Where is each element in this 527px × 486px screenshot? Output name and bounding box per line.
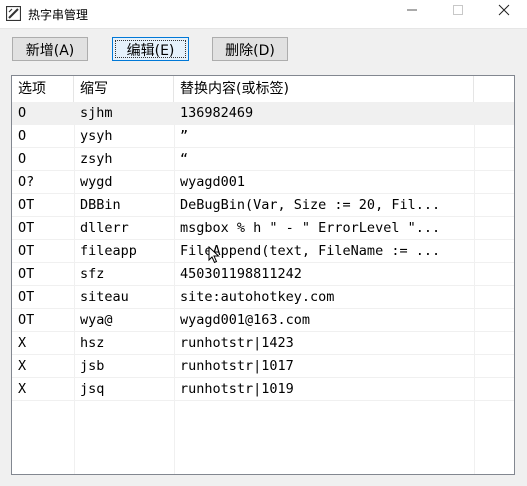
table-row[interactable]: Xjsb runhotstr|1017 bbox=[12, 355, 514, 378]
table-row[interactable]: OT wya@ wyagd001@163.com bbox=[12, 309, 514, 332]
table-row[interactable]: OT sfz 450301198811242 bbox=[12, 263, 514, 286]
row-content: ” bbox=[180, 128, 189, 144]
app-icon bbox=[6, 6, 21, 21]
table-grid: 选项 缩写 替换内容(或标签) Osjhm 136982469 Oysyh ” Ozsy… bbox=[12, 76, 514, 474]
table-row[interactable]: OT dllerr msgbox % h " - " ErrorLevel "... bbox=[12, 217, 514, 240]
row-abbreviation: siteau bbox=[80, 289, 129, 305]
table-row[interactable]: OT siteau site:autohotkey.com bbox=[12, 286, 514, 309]
row-abbreviation: DBBin bbox=[80, 197, 121, 213]
minimize-button[interactable] bbox=[390, 2, 434, 24]
table-row[interactable]: O? wygd wyagd001 bbox=[12, 171, 514, 194]
row-content: wyagd001@163.com bbox=[180, 312, 311, 328]
row-option: OT bbox=[18, 312, 35, 328]
row-option: OT bbox=[18, 243, 35, 259]
row-abbreviation: jsq bbox=[80, 381, 105, 397]
row-content: 136982469 bbox=[180, 105, 254, 121]
row-content: site:autohotkey.com bbox=[180, 289, 335, 305]
row-abbreviation: fileapp bbox=[80, 243, 137, 259]
close-button[interactable] bbox=[482, 2, 526, 24]
delete-button[interactable]: 删除(D) bbox=[212, 37, 288, 61]
table-row[interactable]: Ozsyh “ bbox=[12, 148, 514, 171]
row-abbreviation: sjhm bbox=[80, 105, 113, 121]
row-abbreviation: sfz bbox=[80, 266, 105, 282]
hotstring-table[interactable]: 选项 缩写 替换内容(或标签) Osjhm 136982469 Oysyh ” Ozsy… bbox=[11, 75, 515, 475]
row-option: OT bbox=[18, 266, 35, 282]
table-row[interactable]: Osjhm 136982469 bbox=[12, 102, 514, 125]
column-header-abbreviation[interactable]: 缩写 bbox=[74, 76, 174, 102]
row-abbreviation: hsz bbox=[80, 335, 105, 351]
column-header-filler bbox=[474, 76, 514, 102]
row-content: msgbox % h " - " ErrorLevel "... bbox=[180, 220, 441, 236]
row-option: O? bbox=[18, 174, 35, 190]
table-row[interactable]: Oysyh ” bbox=[12, 125, 514, 148]
maximize-icon bbox=[453, 5, 463, 15]
row-content: runhotstr|1423 bbox=[180, 335, 294, 351]
row-option: O bbox=[18, 105, 27, 121]
table-row[interactable]: OT DBBin DeBugBin(Var, Size := 20, Fil... bbox=[12, 194, 514, 217]
row-option: X bbox=[18, 358, 27, 374]
mouse-cursor-icon bbox=[208, 246, 220, 264]
row-option: X bbox=[18, 335, 27, 351]
table-row[interactable]: Xhsz runhotstr|1423 bbox=[12, 332, 514, 355]
row-content: 450301198811242 bbox=[180, 266, 302, 282]
row-content: wyagd001 bbox=[180, 174, 246, 190]
row-option: O bbox=[18, 128, 27, 144]
row-abbreviation: ysyh bbox=[80, 128, 113, 144]
row-option: OT bbox=[18, 289, 35, 305]
close-icon bbox=[498, 4, 510, 16]
row-abbreviation: zsyh bbox=[80, 151, 113, 167]
column-header-content[interactable]: 替换内容(或标签) bbox=[174, 76, 474, 102]
maximize-button[interactable] bbox=[436, 2, 480, 24]
table-row[interactable]: Xjsq runhotstr|1019 bbox=[12, 378, 514, 401]
row-option: OT bbox=[18, 197, 35, 213]
row-content: runhotstr|1017 bbox=[180, 358, 294, 374]
row-abbreviation: dllerr bbox=[80, 220, 129, 236]
row-content: runhotstr|1019 bbox=[180, 381, 294, 397]
row-content: “ bbox=[180, 151, 189, 167]
row-option: X bbox=[18, 381, 27, 397]
column-header-option[interactable]: 选项 bbox=[12, 76, 74, 102]
row-abbreviation: wya@ bbox=[80, 312, 113, 328]
title-bar: 热字串管理 bbox=[0, 0, 527, 29]
minimize-icon bbox=[407, 9, 417, 11]
row-option: O bbox=[18, 151, 27, 167]
table-header: 选项 缩写 替换内容(或标签) bbox=[12, 76, 514, 103]
row-abbreviation: wygd bbox=[80, 174, 113, 190]
row-abbreviation: jsb bbox=[80, 358, 105, 374]
table-row[interactable]: OT fileapp FileAppend(text, FileName := ..… bbox=[12, 240, 514, 263]
row-option: OT bbox=[18, 220, 35, 236]
add-button[interactable]: 新增(A) bbox=[12, 37, 88, 61]
edit-button[interactable]: 编辑(E) bbox=[112, 37, 189, 61]
window-title: 热字串管理 bbox=[28, 8, 89, 22]
row-content: DeBugBin(Var, Size := 20, Fil... bbox=[180, 197, 441, 213]
